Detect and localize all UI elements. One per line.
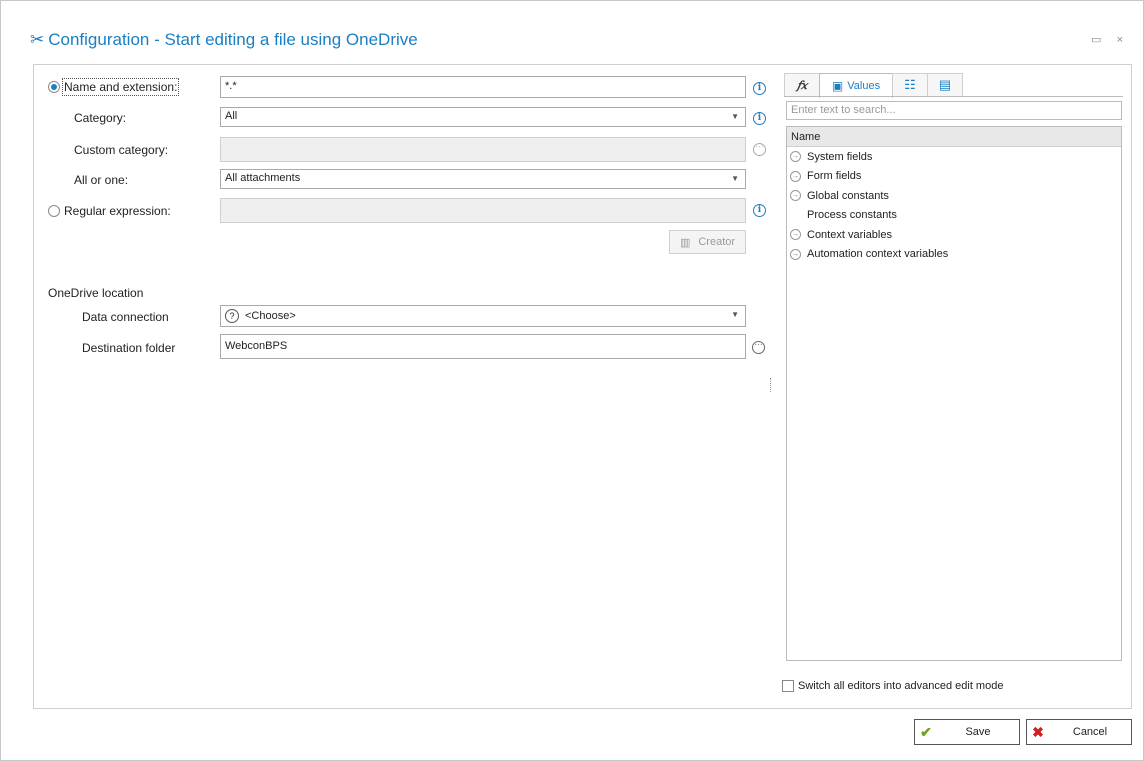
expand-arrow-icon[interactable]: → — [790, 170, 801, 182]
values-tree: Name → System fields → Form fields → Global c… — [786, 126, 1122, 661]
tree-item-label: Process constants — [807, 209, 897, 222]
tree-item-label: Form fields — [807, 170, 862, 183]
tree-item[interactable]: → Global constants — [787, 186, 1121, 206]
tree-item-label: Context variables — [807, 228, 892, 241]
tab-values[interactable]: ▣ Values — [819, 73, 893, 98]
tab-list[interactable]: ☷ — [892, 73, 928, 96]
tree-item[interactable]: → Context variables — [787, 225, 1121, 245]
info-icon[interactable]: i — [753, 204, 766, 217]
creator-label: Creator — [698, 236, 736, 248]
tab-values-label: Values — [847, 80, 881, 92]
onedrive-section-heading: OneDrive location — [48, 286, 144, 300]
regex-label: Regular expression: — [64, 204, 171, 218]
destination-folder-label: Destination folder — [82, 341, 176, 355]
cancel-icon: ✖ — [1032, 723, 1044, 740]
expand-arrow-icon[interactable]: → — [790, 248, 801, 260]
expand-arrow-icon[interactable]: → — [790, 190, 801, 202]
all-or-one-label: All or one: — [74, 173, 129, 187]
tree-item[interactable]: → System fields — [787, 147, 1121, 167]
question-icon: ? — [225, 309, 239, 323]
chevron-down-icon: ▼ — [731, 310, 739, 319]
tree-item[interactable]: → Automation context variables — [787, 245, 1121, 265]
tab-divider — [784, 96, 1123, 97]
name-extension-radio[interactable]: Name and extension: — [48, 78, 180, 96]
tools-icon: ✂ — [30, 30, 45, 49]
custom-category-label: Custom category: — [74, 143, 169, 157]
data-connection-select[interactable]: ? <Choose> ▼ — [220, 305, 746, 327]
tree-item-label: System fields — [807, 150, 873, 163]
ellipsis-icon[interactable]: ··· — [752, 341, 765, 354]
custom-category-input — [220, 137, 746, 162]
creator-button: ▥ Creator — [669, 230, 746, 254]
tree-item-label: Global constants — [807, 189, 889, 202]
all-or-one-value: All attachments — [225, 172, 301, 184]
save-button[interactable]: ✔ Save — [914, 719, 1020, 745]
ellipsis-icon: ··· — [753, 143, 766, 156]
radio-selected-icon — [48, 81, 60, 93]
regex-radio[interactable]: Regular expression: — [48, 204, 171, 218]
info-icon[interactable]: i — [753, 82, 766, 95]
dialog-title-text: Configuration - Start editing a file usi… — [48, 30, 418, 49]
all-or-one-select[interactable]: All attachments ▼ — [220, 169, 746, 189]
window-controls[interactable]: ▭ × — [1091, 33, 1129, 46]
tab-function[interactable]: 𝑓𝑥 — [784, 73, 820, 96]
tree-item[interactable]: → Form fields — [787, 167, 1121, 187]
checkmark-icon: ✔ — [920, 723, 932, 740]
tab-document[interactable]: ▤ — [927, 73, 963, 96]
checkbox-icon — [782, 680, 794, 692]
chevron-down-icon: ▼ — [731, 174, 739, 183]
data-connection-label: Data connection — [82, 310, 169, 324]
values-icon: ▣ — [831, 79, 844, 93]
function-icon: 𝑓𝑥 — [796, 78, 808, 92]
radio-unselected-icon — [48, 205, 60, 217]
panel-tabs: 𝑓𝑥 ▣ Values ☷ ▤ — [784, 73, 963, 98]
book-icon: ▥ — [679, 236, 691, 249]
name-extension-input[interactable]: *.* — [220, 76, 746, 98]
info-icon[interactable]: i — [753, 112, 766, 125]
dialog-window: ✂ Configuration - Start editing a file u… — [0, 0, 1144, 761]
cancel-label: Cancel — [1072, 726, 1108, 738]
dialog-title: ✂ Configuration - Start editing a file u… — [30, 30, 418, 50]
destination-folder-input[interactable]: WebconBPS — [220, 334, 746, 359]
list-icon: ☷ — [904, 77, 916, 92]
cancel-button[interactable]: ✖ Cancel — [1026, 719, 1132, 745]
search-input[interactable]: Enter text to search... — [786, 101, 1122, 120]
save-label: Save — [965, 726, 991, 738]
expand-arrow-icon[interactable]: → — [790, 151, 801, 163]
name-extension-label: Name and extension: — [61, 78, 180, 96]
category-label: Category: — [74, 111, 127, 125]
category-value: All — [225, 110, 238, 122]
data-connection-value: <Choose> — [245, 310, 296, 322]
chevron-down-icon: ▼ — [731, 112, 739, 121]
expand-arrow-icon[interactable]: → — [790, 229, 801, 241]
tree-item-label: Automation context variables — [807, 248, 949, 261]
tree-item[interactable]: Process constants — [787, 206, 1121, 226]
tree-column-header: Name — [787, 127, 1121, 147]
tree-rows: → System fields → Form fields → Global consta… — [787, 147, 1121, 264]
expand-arrow-icon — [790, 210, 801, 221]
advanced-mode-checkbox[interactable]: Switch all editors into advanced edit mo… — [782, 680, 1003, 692]
panel-splitter[interactable] — [770, 378, 772, 392]
advanced-mode-label: Switch all editors into advanced edit mo… — [798, 680, 1004, 692]
category-select[interactable]: All ▼ — [220, 107, 746, 127]
document-icon: ▤ — [938, 77, 952, 92]
regex-input — [220, 198, 746, 223]
